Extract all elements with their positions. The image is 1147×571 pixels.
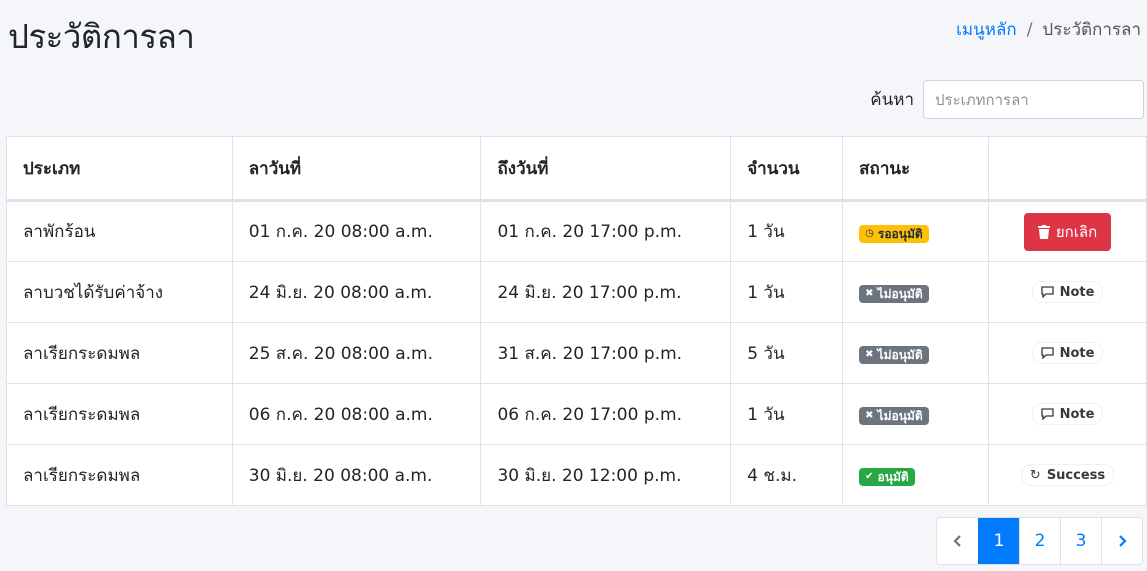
note-button[interactable]: Note [1031, 281, 1104, 303]
cell-status: ✖ ไม่อนุมัติ [842, 322, 990, 384]
table-row: ลาพักร้อน 01 ก.ค. 20 08:00 a.m. 01 ก.ค. … [6, 200, 1147, 262]
breadcrumb-separator: / [1026, 19, 1033, 40]
cell-actions: Note [988, 383, 1147, 445]
check-icon: ✔ [865, 471, 874, 482]
pagination-page-1[interactable]: 1 [978, 518, 1019, 564]
cell-type: ลาเรียกระดมพล [6, 383, 233, 445]
clock-icon: ◷ [865, 227, 874, 239]
x-icon: ✖ [865, 288, 874, 299]
note-button-label: Note [1059, 284, 1095, 300]
cell-from: 01 ก.ค. 20 08:00 a.m. [231, 200, 482, 262]
cell-amount: 4 ช.ม. [730, 444, 844, 506]
breadcrumb-home-link[interactable]: เมนูหลัก [956, 16, 1017, 43]
status-label: รออนุมัติ [877, 226, 923, 241]
chevron-right-icon [1119, 535, 1127, 547]
cell-status: ✔ อนุมัติ [842, 444, 990, 506]
status-label: อนุมัติ [877, 470, 909, 484]
search-input[interactable] [923, 80, 1144, 119]
note-button[interactable]: Note [1031, 342, 1104, 364]
column-header-to[interactable]: ถึงวันที่ [480, 136, 732, 202]
column-header-amount[interactable]: จำนวน [730, 136, 844, 202]
cancel-button-label: ยกเลิก [1055, 222, 1098, 241]
pagination: 1 2 3 [936, 517, 1143, 565]
status-label: ไม่อนุมัติ [877, 348, 923, 362]
note-button-label: Note [1059, 406, 1095, 422]
cell-to: 24 มิ.ย. 20 17:00 p.m. [480, 261, 732, 323]
cell-type: ลาเรียกระดมพล [6, 322, 233, 384]
pagination-prev-button[interactable] [937, 518, 978, 564]
breadcrumb-current: ประวัติการลา [1042, 20, 1141, 40]
comment-icon [1040, 347, 1054, 359]
column-header-actions [988, 136, 1147, 202]
cell-from: 24 มิ.ย. 20 08:00 a.m. [231, 261, 482, 323]
column-header-status[interactable]: สถานะ [842, 136, 990, 202]
cell-to: 01 ก.ค. 20 17:00 p.m. [480, 200, 732, 262]
comment-icon [1040, 286, 1054, 298]
cell-status: ✖ ไม่อนุมัติ [842, 383, 990, 445]
cell-type: ลาบวชได้รับค่าจ้าง [6, 261, 233, 323]
sync-icon: ↻ [1029, 467, 1041, 483]
cell-to: 30 มิ.ย. 20 12:00 p.m. [480, 444, 732, 506]
status-badge-rejected: ✖ ไม่อนุมัติ [859, 285, 929, 303]
column-header-type[interactable]: ประเภท [6, 136, 233, 202]
column-header-from[interactable]: ลาวันที่ [231, 136, 482, 202]
note-button-label: Note [1059, 345, 1095, 361]
cell-amount: 1 วัน [730, 261, 844, 323]
cell-from: 25 ส.ค. 20 08:00 a.m. [231, 322, 482, 384]
cell-to: 06 ก.ค. 20 17:00 p.m. [480, 383, 732, 445]
pagination-page-3[interactable]: 3 [1060, 518, 1101, 564]
comment-icon [1040, 408, 1054, 420]
cancel-button[interactable]: ยกเลิก [1023, 212, 1112, 251]
page-title: ประวัติการลา [8, 17, 195, 56]
table-header-row: ประเภท ลาวันที่ ถึงวันที่ จำนวน สถานะ [6, 136, 1147, 202]
cell-status: ✖ ไม่อนุมัติ [842, 261, 990, 323]
cell-amount: 1 วัน [730, 383, 844, 445]
x-icon: ✖ [865, 349, 874, 360]
note-button[interactable]: Note [1031, 403, 1104, 425]
cell-to: 31 ส.ค. 20 17:00 p.m. [480, 322, 732, 384]
table-row: ลาเรียกระดมพล 06 ก.ค. 20 08:00 a.m. 06 ก… [6, 383, 1147, 445]
success-button-label: Success [1046, 467, 1106, 483]
cell-type: ลาเรียกระดมพล [6, 444, 233, 506]
leave-history-table-container: ประเภท ลาวันที่ ถึงวันที่ จำนวน สถานะ ลา… [6, 136, 1147, 506]
chevron-left-icon [952, 535, 961, 547]
cell-status: ◷ รออนุมัติ [842, 200, 990, 262]
trash-icon [1037, 224, 1050, 239]
cell-amount: 1 วัน [730, 200, 844, 262]
leave-history-table: ประเภท ลาวันที่ ถึงวันที่ จำนวน สถานะ ลา… [6, 136, 1147, 506]
x-icon: ✖ [865, 410, 874, 421]
pagination-next-button[interactable] [1101, 518, 1142, 564]
status-label: ไม่อนุมัติ [877, 287, 923, 301]
cell-actions: Note [988, 322, 1147, 384]
cell-from: 06 ก.ค. 20 08:00 a.m. [231, 383, 482, 445]
cell-actions: ยกเลิก [988, 200, 1147, 262]
status-badge-pending: ◷ รออนุมัติ [859, 224, 929, 243]
search-label: ค้นหา [870, 90, 914, 110]
success-button[interactable]: ↻ Success [1020, 464, 1115, 487]
status-badge-rejected: ✖ ไม่อนุมัติ [859, 346, 929, 364]
status-badge-approved: ✔ อนุมัติ [859, 468, 915, 486]
table-row: ลาบวชได้รับค่าจ้าง 24 มิ.ย. 20 08:00 a.m… [6, 261, 1147, 323]
table-row: ลาเรียกระดมพล 30 มิ.ย. 20 08:00 a.m. 30 … [6, 444, 1147, 506]
breadcrumb: เมนูหลัก / ประวัติการลา [956, 16, 1141, 43]
status-badge-rejected: ✖ ไม่อนุมัติ [859, 407, 929, 425]
cell-type: ลาพักร้อน [6, 200, 233, 262]
cell-amount: 5 วัน [730, 322, 844, 384]
pagination-page-2[interactable]: 2 [1019, 518, 1060, 564]
search-row: ค้นหา [870, 80, 1144, 119]
cell-from: 30 มิ.ย. 20 08:00 a.m. [231, 444, 482, 506]
cell-actions: ↻ Success [988, 444, 1147, 506]
table-row: ลาเรียกระดมพล 25 ส.ค. 20 08:00 a.m. 31 ส… [6, 322, 1147, 384]
status-label: ไม่อนุมัติ [877, 409, 923, 423]
cell-actions: Note [988, 261, 1147, 323]
